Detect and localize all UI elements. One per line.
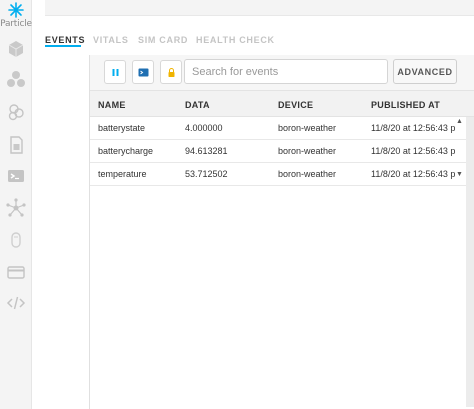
column-header-published-at[interactable]: PUBLISHED AT	[371, 100, 455, 110]
circles-icon[interactable]	[5, 101, 27, 123]
table-row[interactable]: batterycharge 94.613281 boron-weather 11…	[90, 140, 474, 163]
code-icon[interactable]	[5, 292, 27, 314]
particle-logo[interactable]: Particle	[0, 2, 32, 30]
pause-icon	[112, 69, 119, 76]
event-data: 4.000000	[185, 123, 223, 133]
table-header: NAME DATA DEVICE PUBLISHED AT	[90, 91, 474, 117]
cubes-icon[interactable]	[5, 69, 27, 91]
lock-icon	[168, 68, 175, 77]
column-header-data[interactable]: DATA	[185, 100, 273, 110]
terminal-button[interactable]	[132, 60, 154, 84]
scroll-down-arrow-icon[interactable]: ▼	[455, 170, 464, 180]
event-data: 94.613281	[185, 146, 228, 156]
column-header-name[interactable]: NAME	[98, 100, 182, 110]
tab-health-check[interactable]: HEALTH CHECK	[196, 35, 275, 45]
search-events-input[interactable]	[184, 59, 388, 84]
network-icon[interactable]	[5, 197, 27, 219]
events-toolbar: ADVANCED	[90, 55, 474, 91]
card-icon[interactable]	[5, 261, 27, 283]
particle-star-icon	[8, 2, 24, 18]
event-data: 53.712502	[185, 169, 228, 179]
sidebar: Particle	[0, 0, 32, 409]
pause-button[interactable]	[104, 60, 126, 84]
column-header-device[interactable]: DEVICE	[278, 100, 368, 110]
table-scrollbar[interactable]	[466, 117, 474, 407]
advanced-button[interactable]: ADVANCED	[393, 59, 457, 84]
tab-events[interactable]: EVENTS	[45, 35, 85, 45]
active-tab-indicator	[45, 45, 81, 47]
event-device: boron-weather	[278, 169, 337, 179]
console-icon[interactable]	[5, 165, 27, 187]
table-row[interactable]: temperature 53.712502 boron-weather 11/8…	[90, 163, 474, 186]
event-device: boron-weather	[278, 146, 337, 156]
event-published-at: 11/8/20 at 12:56:43 pm	[371, 123, 455, 133]
scroll-up-arrow-icon[interactable]: ▲	[455, 117, 464, 127]
tab-sim-card[interactable]: SIM CARD	[138, 35, 188, 45]
table-row[interactable]: batterystate 4.000000 boron-weather 11/8…	[90, 117, 474, 140]
terminal-icon	[138, 68, 149, 77]
event-device: boron-weather	[278, 123, 337, 133]
event-name: batterycharge	[98, 146, 154, 156]
event-published-at: 11/8/20 at 12:56:43 pm	[371, 146, 455, 156]
event-name: temperature	[98, 169, 147, 179]
brand-name: Particle	[0, 19, 32, 29]
events-panel: ADVANCED NAME DATA DEVICE PUBLISHED AT b…	[89, 55, 474, 409]
event-published-at: 11/8/20 at 12:56:43 pm	[371, 169, 455, 179]
event-name: batterystate	[98, 123, 146, 133]
sim-card-icon[interactable]	[5, 134, 27, 156]
top-bar	[45, 0, 474, 16]
cube-icon[interactable]	[5, 38, 27, 60]
lock-button[interactable]	[160, 60, 182, 84]
chip-icon[interactable]	[5, 229, 27, 251]
tab-vitals[interactable]: VITALS	[93, 35, 129, 45]
